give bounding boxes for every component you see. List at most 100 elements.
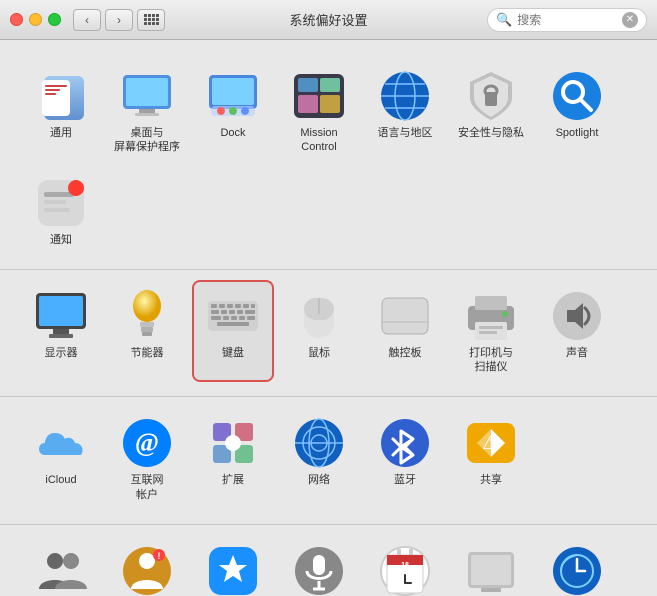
pref-parental[interactable]: ! 家长控制	[106, 535, 188, 596]
close-button[interactable]	[10, 13, 23, 26]
pref-trackpad[interactable]: 触控板	[364, 280, 446, 383]
section-internet: iCloud @ 互联网帐户	[0, 397, 657, 525]
keyboard-icon	[207, 296, 259, 336]
personal-items-grid: 通用 桌面与屏幕保护程序	[20, 60, 637, 255]
pref-security[interactable]: 安全性与隐私	[450, 60, 532, 163]
section-personal: 通用 桌面与屏幕保护程序	[0, 50, 657, 270]
energy-icon	[125, 290, 169, 342]
general-icon	[38, 72, 84, 120]
hardware-items-grid: 显示器	[20, 280, 637, 383]
mission-control-icon-wrap	[293, 70, 345, 122]
timemachine-icon	[551, 545, 603, 596]
search-icon: 🔍	[496, 12, 512, 28]
dictation-icon-wrap	[293, 545, 345, 596]
pref-printer[interactable]: 打印机与扫描仪	[450, 280, 532, 383]
dock-label: Dock	[220, 126, 245, 140]
keyboard-label: 键盘	[222, 346, 244, 360]
minimize-button[interactable]	[29, 13, 42, 26]
sound-label: 声音	[566, 346, 588, 360]
appstore-icon	[207, 545, 259, 596]
language-label: 语言与地区	[378, 126, 433, 140]
energy-label: 节能器	[131, 346, 164, 360]
svg-text:⚠: ⚠	[482, 432, 500, 454]
svg-text:@: @	[135, 428, 159, 457]
pref-display[interactable]: 显示器	[20, 280, 102, 383]
title-bar: ‹ › 系统偏好设置 🔍 ✕	[0, 0, 657, 40]
pref-spotlight[interactable]: Spotlight	[536, 60, 618, 163]
security-icon	[466, 70, 516, 122]
appstore-icon-wrap	[207, 545, 259, 596]
pref-startup[interactable]: 启动磁盘	[450, 535, 532, 596]
icloud-icon-wrap	[35, 417, 87, 469]
grid-icon	[144, 14, 159, 25]
pref-users[interactable]: 用户与群组	[20, 535, 102, 596]
pref-mission-control[interactable]: MissionControl	[278, 60, 360, 163]
window-title: 系统偏好设置	[289, 10, 367, 29]
pref-icloud[interactable]: iCloud	[20, 407, 102, 510]
mouse-label: 鼠标	[308, 346, 330, 360]
pref-sharing[interactable]: ⚠ 共享	[450, 407, 532, 510]
bluetooth-label: 蓝牙	[394, 473, 416, 487]
search-bar[interactable]: 🔍 ✕	[487, 8, 647, 32]
desktop-icon-wrap	[121, 70, 173, 122]
general-label: 通用	[50, 126, 72, 140]
maximize-button[interactable]	[48, 13, 61, 26]
sharing-icon-wrap: ⚠	[465, 417, 517, 469]
extensions-label: 扩展	[222, 473, 244, 487]
energy-icon-wrap	[121, 290, 173, 342]
notification-label: 通知	[50, 233, 72, 247]
pref-extensions[interactable]: 扩展	[192, 407, 274, 510]
network-icon-wrap	[293, 417, 345, 469]
trackpad-label: 触控板	[389, 346, 422, 360]
nav-buttons: ‹ ›	[73, 9, 133, 31]
notification-icon-wrap	[35, 177, 87, 229]
pref-desktop[interactable]: 桌面与屏幕保护程序	[106, 60, 188, 163]
search-input[interactable]	[517, 13, 617, 27]
extensions-icon-wrap	[207, 417, 259, 469]
pref-keyboard[interactable]: 键盘	[192, 280, 274, 383]
pref-dock[interactable]: Dock	[192, 60, 274, 163]
back-button[interactable]: ‹	[73, 9, 101, 31]
spotlight-label: Spotlight	[556, 126, 599, 140]
users-icon	[35, 547, 87, 595]
dock-icon-wrap	[207, 70, 259, 122]
pref-language[interactable]: 语言与地区	[364, 60, 446, 163]
pref-accounts[interactable]: @ 互联网帐户	[106, 407, 188, 510]
grid-view-button[interactable]	[137, 9, 165, 31]
pref-energy[interactable]: 节能器	[106, 280, 188, 383]
pref-appstore[interactable]: App Store	[192, 535, 274, 596]
notification-icon	[36, 178, 86, 228]
search-clear-button[interactable]: ✕	[622, 12, 638, 28]
timemachine-icon-wrap	[551, 545, 603, 596]
accounts-icon: @	[121, 417, 173, 469]
datetime-icon: 18	[379, 545, 431, 596]
language-icon	[379, 70, 431, 122]
display-icon-wrap	[35, 290, 87, 342]
pref-network[interactable]: 网络	[278, 407, 360, 510]
pref-general[interactable]: 通用	[20, 60, 102, 163]
accounts-icon-wrap: @	[121, 417, 173, 469]
traffic-lights	[10, 13, 61, 26]
pref-notification[interactable]: 通知	[20, 167, 102, 255]
parental-icon-wrap: !	[121, 545, 173, 596]
spotlight-icon	[551, 70, 603, 122]
pref-dictation[interactable]: 听写与语音	[278, 535, 360, 596]
spotlight-icon-wrap	[551, 70, 603, 122]
section-hardware: 显示器	[0, 270, 657, 398]
printer-label: 打印机与扫描仪	[469, 346, 513, 375]
security-label: 安全性与隐私	[458, 126, 524, 140]
pref-sound[interactable]: 声音	[536, 280, 618, 383]
sharing-label: 共享	[480, 473, 502, 487]
datetime-icon-wrap: 18	[379, 545, 431, 596]
pref-datetime[interactable]: 18 日期与时间	[364, 535, 446, 596]
security-icon-wrap	[465, 70, 517, 122]
users-icon-wrap	[35, 545, 87, 596]
pref-timemachine[interactable]: Time Machine	[536, 535, 618, 596]
mission-control-label: MissionControl	[300, 126, 337, 155]
pref-mouse[interactable]: 鼠标	[278, 280, 360, 383]
printer-icon-wrap	[465, 290, 517, 342]
desktop-icon	[121, 73, 173, 119]
startup-icon-wrap	[465, 545, 517, 596]
forward-button[interactable]: ›	[105, 9, 133, 31]
pref-bluetooth[interactable]: 蓝牙	[364, 407, 446, 510]
